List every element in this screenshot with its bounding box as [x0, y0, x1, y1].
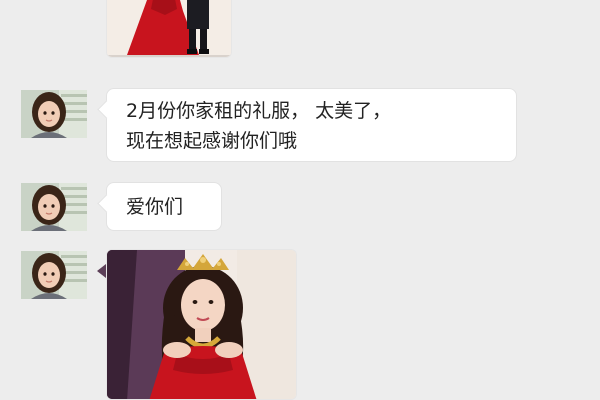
- message-bubble[interactable]: 爱你们: [106, 182, 222, 231]
- photo-tail: [97, 264, 106, 278]
- woman-crown-photo: [107, 250, 296, 399]
- girl-avatar-icon: [21, 90, 87, 138]
- message-text-line-1: 爱你们: [126, 196, 184, 218]
- avatar[interactable]: [21, 90, 87, 138]
- message-image[interactable]: [106, 249, 297, 400]
- couple-photo: [107, 0, 231, 57]
- avatar[interactable]: [21, 183, 87, 231]
- message-image-top[interactable]: [106, 0, 232, 58]
- message-text-line-1: 2月份你家租的礼服， 太美了，: [126, 100, 392, 122]
- chat-window: 2月份你家租的礼服， 太美了， 现在想起感谢你们哦 爱你们: [0, 0, 600, 400]
- message-bubble[interactable]: 2月份你家租的礼服， 太美了， 现在想起感谢你们哦: [106, 88, 517, 162]
- message-text-line-2: 现在想起感谢你们哦: [126, 130, 298, 152]
- avatar[interactable]: [21, 251, 87, 299]
- girl-avatar-icon: [21, 251, 87, 299]
- girl-avatar-icon: [21, 183, 87, 231]
